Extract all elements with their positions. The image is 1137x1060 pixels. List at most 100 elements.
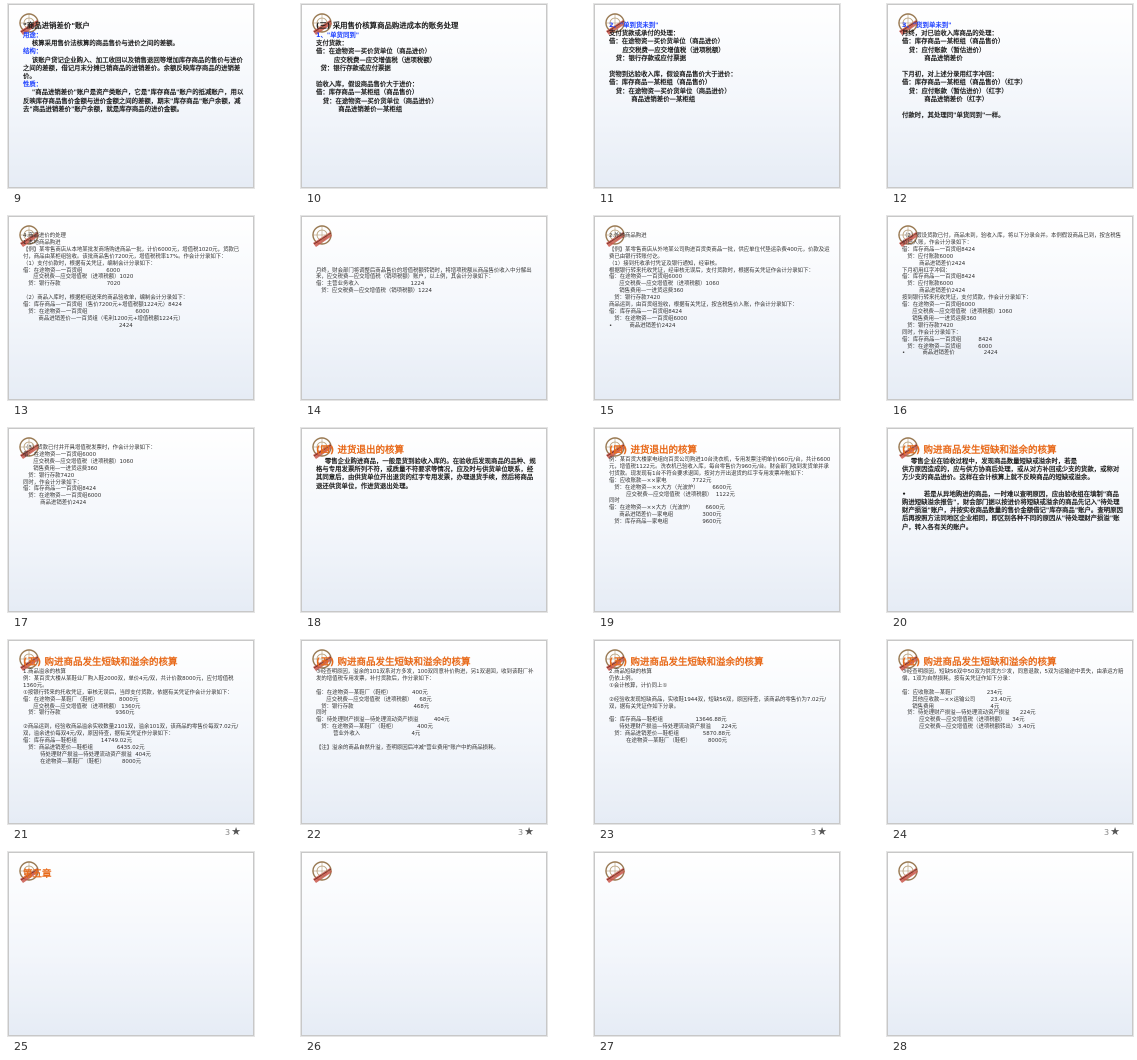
slide-thumbnail[interactable] bbox=[594, 852, 840, 1036]
slide-text-line: 1.本地商品购进 bbox=[23, 239, 61, 246]
slide-text-line: 贷：应付账款（暂估进价）（红字） bbox=[902, 86, 1008, 95]
slide-thumbnail[interactable]: 月终，财会部门将调整后商品售价的增值税额转销时，将增项税额从商品售价收入中分解出… bbox=[301, 216, 547, 400]
slide-thumbnail[interactable]: "商品进销差价"账户 用途： 核算采用售价法核算的商品售价与进价之间的差额。 结构：… bbox=[8, 4, 254, 188]
slide-thumbnail[interactable]: (五) 购进商品发生短缺和溢余的核算 2.商品短缺的核算 仍依上例。 ①会计核算，计价… bbox=[594, 640, 840, 824]
slide-thumbnail[interactable]: (五) 购进商品发生短缺和溢余的核算 ③经查明原因，溢余的101双系对方多发，10… bbox=[301, 640, 547, 824]
slide-content: 第五章 bbox=[23, 869, 245, 1029]
slide-text-line: ②商品运到，经验收商品溢余实收数量2101双，溢余101双，该商品的零售价每双7… bbox=[23, 724, 239, 738]
star-icon[interactable]: 3★ bbox=[811, 825, 827, 838]
slide-text-line: (四) 进货退出的核算 bbox=[609, 445, 697, 456]
slide-content: (四) 进货退出的核算 零售企业购进商品，一般是货到验收入库的。在验收后发现商品… bbox=[316, 445, 538, 605]
slide-content: 月终，财会部门将调整后商品售价的增值税额转销时，将增项税额从商品售价收入中分解出… bbox=[316, 233, 538, 393]
slide-thumbnail[interactable]: 2.外地商品购进 【例】某零售商店从外地某公司购进百货类商品一批，供应单位代垫运… bbox=[594, 216, 840, 400]
slide-text-line: "商品进销差价"账户 bbox=[23, 21, 90, 30]
slide-number: 23 bbox=[600, 828, 614, 841]
slide-content: (五) 购进商品发生短缺和溢余的核算 ③经查明原因，溢余的101双系对方多发，10… bbox=[316, 657, 538, 817]
slide-text-line bbox=[609, 240, 831, 247]
slide-number: 28 bbox=[893, 1040, 907, 1053]
star-icon[interactable]: 3★ bbox=[518, 825, 534, 838]
slide-thumbnail-cell[interactable]: （2）假设货款已付，商品未到，验收入库，将以下分录合并。本例假设商品已到，按含税… bbox=[879, 212, 1137, 424]
slide-thumbnail-cell[interactable]: (五) 购进商品发生短缺和溢余的核算 零售企业在验收过程中，发现商品数量短缺或溢… bbox=[879, 424, 1137, 636]
slide-number: 24 bbox=[893, 828, 907, 841]
slide-thumbnail[interactable] bbox=[887, 852, 1133, 1036]
slide-thumbnail-cell[interactable]: 27 bbox=[586, 848, 854, 1060]
slide-thumbnail[interactable]: 第五章 bbox=[8, 852, 254, 1036]
slide-text-line: (五) 购进商品发生短缺和溢余的核算 bbox=[609, 657, 764, 668]
slide-thumbnail-cell[interactable]: 月终，财会部门将调整后商品售价的增值税额转销时，将增项税额从商品售价收入中分解出… bbox=[293, 212, 561, 424]
slide-thumbnail[interactable]: (五) 购进商品发生短缺和溢余的核算 ③经查明原因，短缺56双中50双为供货方少发… bbox=[887, 640, 1133, 824]
slide-text-line: 供方原因造成的，应与供方协商后处理，或从对方补回或少支的货款，或称对方少支的商品… bbox=[902, 465, 1120, 482]
slide-thumbnail-cell[interactable]: 2.外地商品购进 【例】某零售商店从外地某公司购进百货类商品一批，供应单位代垫运… bbox=[586, 212, 854, 424]
slide-text-line: 贷：银行存款7420 bbox=[902, 322, 954, 329]
slide-thumbnail[interactable]: （2）假设货款已付，商品未到，验收入库，将以下分录合并。本例假设商品已到，按含税… bbox=[887, 216, 1133, 400]
slide-text-line: 结构： bbox=[23, 47, 43, 56]
slide-thumbnail[interactable]: （3）货款已付并开具增值税发票时，作会计分录如下： 借：在途物资—一百货组6000… bbox=[8, 428, 254, 612]
slide-thumbnail-cell[interactable]: 4.商品进价的处理 1.本地商品购进 【例】某零售商店从本地某批发商场购进商品一批，… bbox=[0, 212, 268, 424]
slide-text-line: 商品进销差价—某柜组 bbox=[316, 104, 403, 113]
slide-text-line: 应交税费—应交增值税（进项税额） 68元 bbox=[316, 696, 432, 703]
slide-thumbnail[interactable]: (三) 采用售价核算商品购进成本的账务处理 1、"单货同到" 支付货款： 借：在途物资… bbox=[301, 4, 547, 188]
slide-text-line: 贷：应交税费—应交增值税（销项税额）1224 bbox=[316, 288, 432, 295]
slide-text-line: 贷：在途物资—一百货组 6000 bbox=[23, 308, 150, 315]
slide-thumbnail[interactable]: 4.商品进价的处理 1.本地商品购进 【例】某零售商店从本地某批发商场购进商品一批，… bbox=[8, 216, 254, 400]
slide-thumbnail[interactable] bbox=[301, 852, 547, 1036]
slide-text-line: 贷：在途物资—一百货组6000 bbox=[609, 315, 688, 322]
star-icon[interactable]: 3★ bbox=[225, 825, 241, 838]
slide-text-line: 借：在途物资—一百货组6000 bbox=[23, 451, 97, 458]
slide-thumbnail[interactable]: (四) 进货退出的核算 零售企业购进商品，一般是货到验收入库的。在验收后发现商品… bbox=[301, 428, 547, 612]
slide-number: 18 bbox=[307, 616, 321, 629]
slide-thumbnail-cell[interactable]: (五) 购进商品发生短缺和溢余的核算 ③经查明原因，短缺56双中50双为供货方少发… bbox=[879, 636, 1137, 848]
slide-thumbnail-cell[interactable]: (四) 进货退出的核算 例：某百货大楼家电组向百货公司购进10台洗衣机，专用发票注… bbox=[586, 424, 854, 636]
slide-text-line: 贷：银行存款 7020 bbox=[23, 281, 121, 288]
slide-text-line: 借：在途物资—某鞋厂（鞋柜） 400元 bbox=[316, 689, 428, 696]
slide-text-line: 商品进销差价（红字） bbox=[902, 94, 989, 103]
slide-text-line: 商品进销差价2424 bbox=[902, 260, 966, 267]
slide-text-line: 商品运到，由百货组验收，根据有关凭证，按含税售价入账，作会计分录如下： bbox=[609, 302, 798, 309]
slide-text-line: 在途物资—某鞋厂（鞋柜） 8000元 bbox=[23, 758, 142, 765]
slide-text-line: 2.外地商品购进 bbox=[609, 233, 647, 239]
slide-thumbnail-cell[interactable]: 3、"货到单未到" 月终，对已验收入库商品的处理： 借：库存商品—某柜组（商品售价）… bbox=[879, 0, 1137, 212]
slide-text-line: （1）支付价款时，根据有关凭证，编制会计分录如下： bbox=[23, 260, 156, 267]
slide-thumbnail-cell[interactable]: (五) 购进商品发生短缺和溢余的核算 2.商品短缺的核算 仍依上例。 ①会计核算，计价… bbox=[586, 636, 854, 848]
slide-text-line: 借：库存商品—一百货组8424 bbox=[609, 308, 683, 315]
slide-number: 26 bbox=[307, 1040, 321, 1053]
slide-number: 20 bbox=[893, 616, 907, 629]
slide-text-line: 贷：银行存款7420 bbox=[23, 472, 75, 479]
slide-thumbnail[interactable]: 3、"货到单未到" 月终，对已验收入库商品的处理： 借：库存商品—某柜组（商品售价）… bbox=[887, 4, 1133, 188]
slide-thumbnail-cell[interactable]: 28 bbox=[879, 848, 1137, 1060]
slide-text-line: ①按银行转来的托收凭证，审核无误后，当即支付货款，依据有关凭证作会计分录如下： bbox=[23, 689, 233, 696]
slide-thumbnail-cell[interactable]: (五) 购进商品发生短缺和溢余的核算 ③经查明原因，溢余的101双系对方多发，10… bbox=[293, 636, 561, 848]
slide-text-line bbox=[316, 254, 538, 261]
slide-thumbnail-cell[interactable]: (四) 进货退出的核算 零售企业购进商品，一般是货到验收入库的。在验收后发现商品… bbox=[293, 424, 561, 636]
slide-text-line: 第五章 bbox=[23, 869, 52, 880]
slide-thumbnail-cell[interactable]: 2、"单到货未到" 支付货款或承付的处理： 借：在途物资—买价货单位（商品进价） 应… bbox=[586, 0, 854, 212]
slide-text-line: 月终，财会部门将调整后商品售价的增值税额转销时，将增项税额从商品售价收入中分解出… bbox=[316, 267, 532, 281]
slide-number: 17 bbox=[14, 616, 28, 629]
slide-thumbnail[interactable]: (五) 购进商品发生短缺和溢余的核算 1.商品溢余的核算 例：某百货大楼从某鞋业厂购… bbox=[8, 640, 254, 824]
slide-text-line: • 若是从异地购进的商品，一时难以查明原因，应由验收组在填制"商品购进短缺溢余报… bbox=[902, 489, 1123, 531]
slide-thumbnail-cell[interactable]: （3）货款已付并开具增值税发票时，作会计分录如下： 借：在途物资—一百货组6000… bbox=[0, 424, 268, 636]
slide-thumbnail[interactable]: 2、"单到货未到" 支付货款或承付的处理： 借：在途物资—买价货单位（商品进价） 应… bbox=[594, 4, 840, 188]
slide-sorter-grid: "商品进销差价"账户 用途： 核算采用售价法核算的商品售价与进价之间的差额。 结构：… bbox=[0, 0, 1137, 1053]
slide-thumbnail-cell[interactable]: (三) 采用售价核算商品购进成本的账务处理 1、"单货同到" 支付货款： 借：在途物资… bbox=[293, 0, 561, 212]
slide-text-line: 商品进销差价 bbox=[902, 53, 963, 62]
slide-thumbnail-cell[interactable]: (五) 购进商品发生短缺和溢余的核算 1.商品溢余的核算 例：某百货大楼从某鞋业厂购… bbox=[0, 636, 268, 848]
slide-thumbnail-cell[interactable]: 26 bbox=[293, 848, 561, 1060]
slide-text-line: • 商品进销差价 2424 bbox=[902, 350, 998, 357]
slide-number: 11 bbox=[600, 192, 614, 205]
slide-text-line: 零售企业在验收过程中，发现商品数量短缺或溢余时，若是 bbox=[902, 457, 1078, 465]
slide-text-line bbox=[316, 261, 538, 268]
slide-thumbnail[interactable]: (五) 购进商品发生短缺和溢余的核算 零售企业在验收过程中，发现商品数量短缺或溢… bbox=[887, 428, 1133, 612]
slide-text-line: 用途： bbox=[23, 31, 43, 39]
slide-text-line bbox=[316, 233, 538, 240]
slide-number: 14 bbox=[307, 404, 321, 417]
slide-text-line bbox=[902, 482, 1124, 490]
slide-content: 3、"货到单未到" 月终，对已验收入库商品的处理： 借：库存商品—某柜组（商品售价）… bbox=[902, 21, 1124, 181]
slide-thumbnail-cell[interactable]: 第五章 25 bbox=[0, 848, 268, 1060]
slide-text-line: 2、"单到货未到" bbox=[609, 21, 659, 29]
slide-thumbnail-cell[interactable]: "商品进销差价"账户 用途： 核算采用售价法核算的商品售价与进价之间的差额。 结构：… bbox=[0, 0, 268, 212]
slide-text-line: 借：在途物资—买价货单位（商品进价） bbox=[316, 47, 432, 56]
slide-thumbnail[interactable]: (四) 进货退出的核算 例：某百货大楼家电组向百货公司购进10台洗衣机，专用发票注… bbox=[594, 428, 840, 612]
slide-text-line: • 商品进销差价2424 bbox=[609, 322, 676, 329]
star-icon[interactable]: 3★ bbox=[1104, 825, 1120, 838]
